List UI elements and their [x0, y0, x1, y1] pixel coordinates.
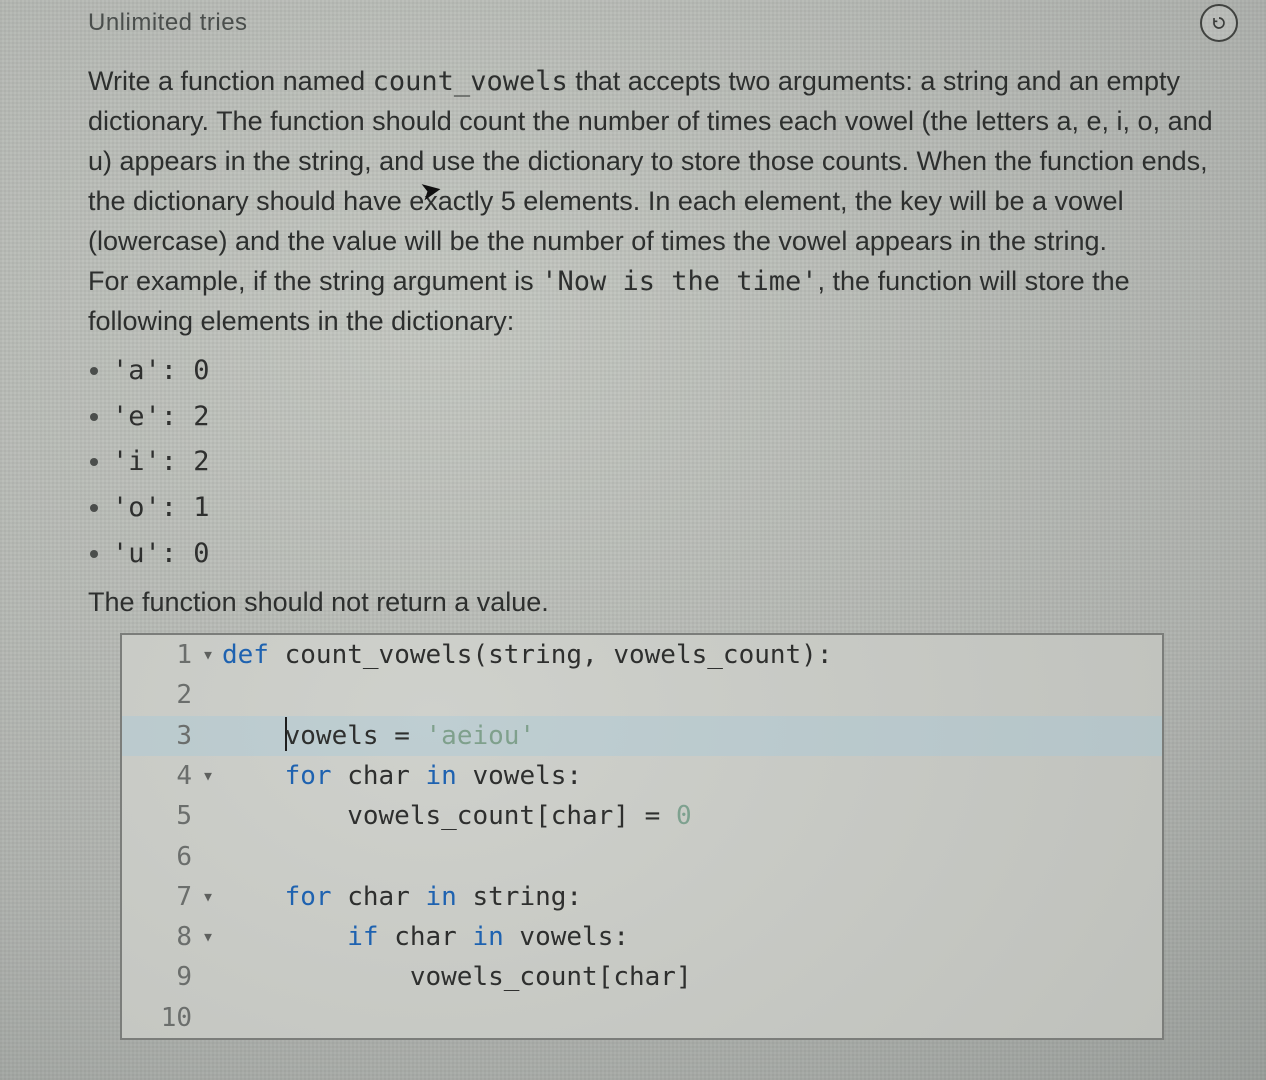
list-item: 'o': 1 — [88, 485, 1238, 531]
token-kw: for — [285, 761, 332, 791]
fold-toggle-icon — [202, 957, 222, 997]
code-line[interactable]: 6 — [122, 837, 1162, 877]
code-content[interactable]: vowels_count[char] = 0 — [222, 796, 1162, 836]
fold-toggle-icon[interactable]: ▾ — [202, 877, 222, 917]
token-num: 0 — [676, 801, 692, 831]
line-number: 10 — [122, 998, 202, 1038]
fold-toggle-icon — [202, 998, 222, 1038]
token-id — [222, 922, 347, 952]
function-name-code: count_vowels — [373, 66, 568, 97]
code-line[interactable]: 9 vowels_count[char] — [122, 957, 1162, 997]
token-kw: for — [285, 882, 332, 912]
bullet-icon — [90, 458, 98, 466]
code-line[interactable]: 1▾def count_vowels(string, vowels_count)… — [122, 635, 1162, 675]
code-editor[interactable]: 1▾def count_vowels(string, vowels_count)… — [120, 633, 1164, 1040]
code-line[interactable]: 8▾ if char in vowels: — [122, 917, 1162, 957]
line-number: 2 — [122, 675, 202, 715]
token-id — [222, 721, 285, 751]
code-line[interactable]: 5 vowels_count[char] = 0 — [122, 796, 1162, 836]
code-content[interactable]: for char in vowels: — [222, 756, 1162, 796]
list-item: 'u': 0 — [88, 531, 1238, 577]
token-id: vowels = — [285, 721, 426, 751]
token-kw: def — [222, 640, 269, 670]
bullet-icon — [90, 504, 98, 512]
line-number: 1 — [122, 635, 202, 675]
token-id: string: — [457, 882, 582, 912]
line-number: 9 — [122, 957, 202, 997]
dict-entry: 'e': 2 — [112, 394, 210, 440]
token-id: char — [379, 922, 473, 952]
code-line[interactable]: 3 vowels = 'aeiou' — [122, 716, 1162, 756]
dict-entry: 'a': 0 — [112, 348, 210, 394]
problem-prompt: Write a function named count_vowels that… — [88, 62, 1238, 342]
list-item: 'e': 2 — [88, 394, 1238, 440]
token-str: 'aeiou' — [426, 721, 536, 751]
code-line[interactable]: 2 — [122, 675, 1162, 715]
line-number: 4 — [122, 756, 202, 796]
code-content[interactable] — [222, 837, 1162, 877]
bullet-icon — [90, 550, 98, 558]
code-line[interactable]: 10 — [122, 998, 1162, 1038]
history-icon-button[interactable] — [1200, 4, 1238, 42]
problem-surface: Unlimited tries ➤ Write a function named… — [0, 0, 1266, 1080]
token-kw: in — [426, 882, 457, 912]
code-content[interactable]: vowels_count[char] — [222, 957, 1162, 997]
expected-dictionary-list: 'a': 0 'e': 2 'i': 2 'o': 1 'u': 0 — [88, 348, 1238, 577]
prompt-text: For example, if the string argument is — [88, 266, 541, 296]
token-id: vowels_count[char] — [222, 962, 692, 992]
token-id: vowels_count[char] = — [222, 801, 676, 831]
list-item: 'i': 2 — [88, 439, 1238, 485]
token-kw: in — [426, 761, 457, 791]
line-number: 6 — [122, 837, 202, 877]
dict-entry: 'o': 1 — [112, 485, 210, 531]
token-id — [222, 882, 285, 912]
fold-toggle-icon[interactable]: ▾ — [202, 917, 222, 957]
token-kw: if — [347, 922, 378, 952]
token-id — [222, 761, 285, 791]
fold-toggle-icon[interactable]: ▾ — [202, 756, 222, 796]
list-item: 'a': 0 — [88, 348, 1238, 394]
code-content[interactable]: vowels = 'aeiou' — [222, 716, 1162, 756]
dict-entry: 'i': 2 — [112, 439, 210, 485]
tries-label: Unlimited tries — [88, 9, 248, 37]
code-content[interactable]: def count_vowels(string, vowels_count): — [222, 635, 1162, 675]
fold-toggle-icon[interactable]: ▾ — [202, 635, 222, 675]
fold-toggle-icon — [202, 796, 222, 836]
bullet-icon — [90, 367, 98, 375]
prompt-text: The function should not return a value. — [88, 583, 1238, 623]
fold-toggle-icon — [202, 716, 222, 756]
line-number: 8 — [122, 917, 202, 957]
code-line[interactable]: 4▾ for char in vowels: — [122, 756, 1162, 796]
dict-entry: 'u': 0 — [112, 531, 210, 577]
token-id: vowels: — [457, 761, 582, 791]
token-id: char — [332, 761, 426, 791]
code-line[interactable]: 7▾ for char in string: — [122, 877, 1162, 917]
line-number: 5 — [122, 796, 202, 836]
bullet-icon — [90, 413, 98, 421]
line-number: 7 — [122, 877, 202, 917]
code-content[interactable]: if char in vowels: — [222, 917, 1162, 957]
token-kw: in — [472, 922, 503, 952]
token-id: char — [332, 882, 426, 912]
prompt-text: Write a function named — [88, 66, 373, 96]
token-id: count_vowels(string, vowels_count): — [269, 640, 833, 670]
line-number: 3 — [122, 716, 202, 756]
code-content[interactable] — [222, 998, 1162, 1038]
fold-toggle-icon — [202, 675, 222, 715]
code-content[interactable] — [222, 675, 1162, 715]
example-string-code: 'Now is the time' — [541, 266, 817, 297]
fold-toggle-icon — [202, 837, 222, 877]
token-id: vowels: — [504, 922, 629, 952]
topbar: Unlimited tries — [88, 0, 1238, 42]
history-icon — [1209, 13, 1229, 33]
code-content[interactable]: for char in string: — [222, 877, 1162, 917]
